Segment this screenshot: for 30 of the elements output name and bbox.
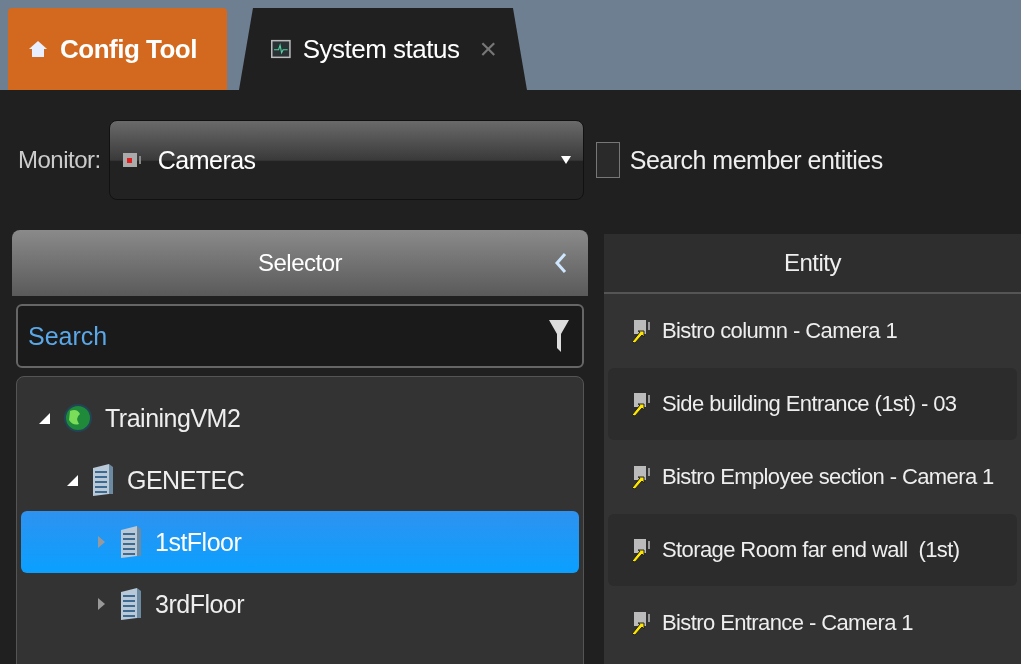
tree-item[interactable]: GENETEC (21, 449, 579, 511)
tab[interactable]: System status × (238, 8, 527, 90)
table-row[interactable]: Side building Entrance (1st) - 03 (608, 368, 1017, 440)
search-field[interactable]: Search (16, 304, 584, 368)
close-button[interactable]: × (479, 32, 497, 66)
heartbeat-monitor-icon (270, 37, 291, 61)
collapse-chevron-icon[interactable] (554, 252, 568, 274)
monitor-label: Monitor: (18, 146, 101, 174)
table-row[interactable]: Bistro column - Camera 1 (608, 295, 1017, 367)
checkbox[interactable] (595, 142, 620, 178)
building-icon (119, 525, 143, 559)
table-row[interactable]: Bistro Entrance - Camera 1 (608, 587, 1017, 659)
building-icon (119, 587, 143, 621)
globe-icon (63, 402, 93, 434)
tree-item[interactable]: TrainingVM2 (21, 387, 579, 449)
checkbox-label: Search member entities (629, 145, 883, 175)
building-icon (91, 463, 115, 497)
tab[interactable]: Config Tool (8, 8, 227, 90)
table-row[interactable]: Bistro Employee section - Camera 1 (608, 441, 1017, 513)
filter-icon[interactable] (548, 318, 570, 354)
selector-title: Selector (257, 249, 342, 277)
tree-item[interactable]: 3rdFloor (21, 573, 579, 635)
expanded-triangle-icon[interactable] (39, 411, 51, 425)
caret-icon (560, 156, 571, 164)
house-icon (28, 39, 48, 59)
monitor-dropdown[interactable]: Cameras (108, 120, 584, 200)
table-row[interactable]: Storage Room far end wall (1st) (608, 514, 1017, 586)
column-header[interactable]: Entity (784, 249, 841, 277)
collapsed-triangle-icon[interactable] (95, 597, 107, 611)
expanded-triangle-icon[interactable] (67, 473, 79, 487)
